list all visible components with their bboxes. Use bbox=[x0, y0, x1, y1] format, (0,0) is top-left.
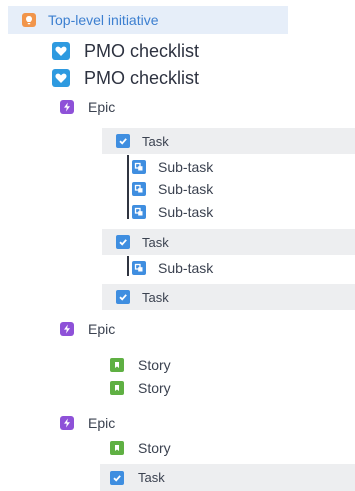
bookmark-icon bbox=[110, 381, 124, 395]
heart-icon bbox=[52, 69, 70, 87]
initiative-label: Top-level initiative bbox=[48, 12, 159, 28]
tree-row-subtask[interactable]: Sub-task bbox=[132, 257, 312, 279]
lightning-icon bbox=[60, 100, 74, 114]
tree-row-epic[interactable]: Epic bbox=[60, 96, 260, 118]
lightning-icon bbox=[60, 416, 74, 430]
tree-row-epic[interactable]: Epic bbox=[60, 412, 260, 434]
story-label: Story bbox=[138, 357, 171, 373]
subtask-icon bbox=[132, 205, 146, 219]
task-label: Task bbox=[142, 133, 169, 149]
checkbox-icon bbox=[116, 290, 130, 304]
tree-row-subtask[interactable]: Sub-task bbox=[132, 178, 312, 200]
task-label: Task bbox=[138, 470, 165, 485]
subtask-label: Sub-task bbox=[158, 204, 214, 220]
task-label: Task bbox=[142, 289, 169, 305]
checkbox-icon bbox=[116, 134, 130, 148]
heart-icon bbox=[52, 42, 70, 60]
bookmark-icon bbox=[110, 358, 124, 372]
checkbox-icon bbox=[110, 470, 124, 485]
tree-connector-line bbox=[127, 256, 129, 276]
tree-row-task[interactable]: Task bbox=[102, 229, 355, 255]
task-label: Task bbox=[142, 234, 169, 250]
bookmark-icon bbox=[110, 441, 124, 455]
subtask-icon bbox=[132, 182, 146, 196]
story-label: Story bbox=[138, 440, 171, 456]
tree-row-initiative[interactable]: Top-level initiative bbox=[8, 6, 288, 34]
tree-row-subtask[interactable]: Sub-task bbox=[132, 201, 312, 223]
tree-row-story[interactable]: Story bbox=[110, 437, 310, 459]
issue-hierarchy-tree: Top-level initiative PMO checklist PMO c… bbox=[0, 0, 355, 491]
tree-row-task[interactable]: Task bbox=[100, 464, 355, 491]
lightning-icon bbox=[60, 322, 74, 336]
epic-label: Epic bbox=[88, 99, 116, 115]
tree-row-pmo-checklist[interactable]: PMO checklist bbox=[52, 38, 292, 64]
story-label: Story bbox=[138, 380, 171, 396]
tree-row-epic[interactable]: Epic bbox=[60, 318, 260, 340]
checkbox-icon bbox=[116, 235, 130, 249]
epic-label: Epic bbox=[88, 415, 116, 431]
tree-row-subtask[interactable]: Sub-task bbox=[132, 156, 312, 178]
subtask-icon bbox=[132, 160, 146, 174]
subtask-icon bbox=[132, 261, 146, 275]
subtask-label: Sub-task bbox=[158, 181, 214, 197]
subtask-label: Sub-task bbox=[158, 159, 214, 175]
tree-row-story[interactable]: Story bbox=[110, 354, 310, 376]
tree-row-task[interactable]: Task bbox=[102, 284, 355, 310]
tree-row-story[interactable]: Story bbox=[110, 377, 310, 399]
pmo-checklist-label: PMO checklist bbox=[84, 67, 200, 88]
initiative-icon bbox=[22, 13, 36, 27]
subtask-label: Sub-task bbox=[158, 260, 214, 276]
tree-row-task[interactable]: Task bbox=[102, 128, 355, 154]
tree-row-pmo-checklist[interactable]: PMO checklist bbox=[52, 65, 292, 91]
tree-connector-line bbox=[127, 155, 129, 219]
pmo-checklist-label: PMO checklist bbox=[84, 40, 200, 61]
epic-label: Epic bbox=[88, 321, 116, 337]
